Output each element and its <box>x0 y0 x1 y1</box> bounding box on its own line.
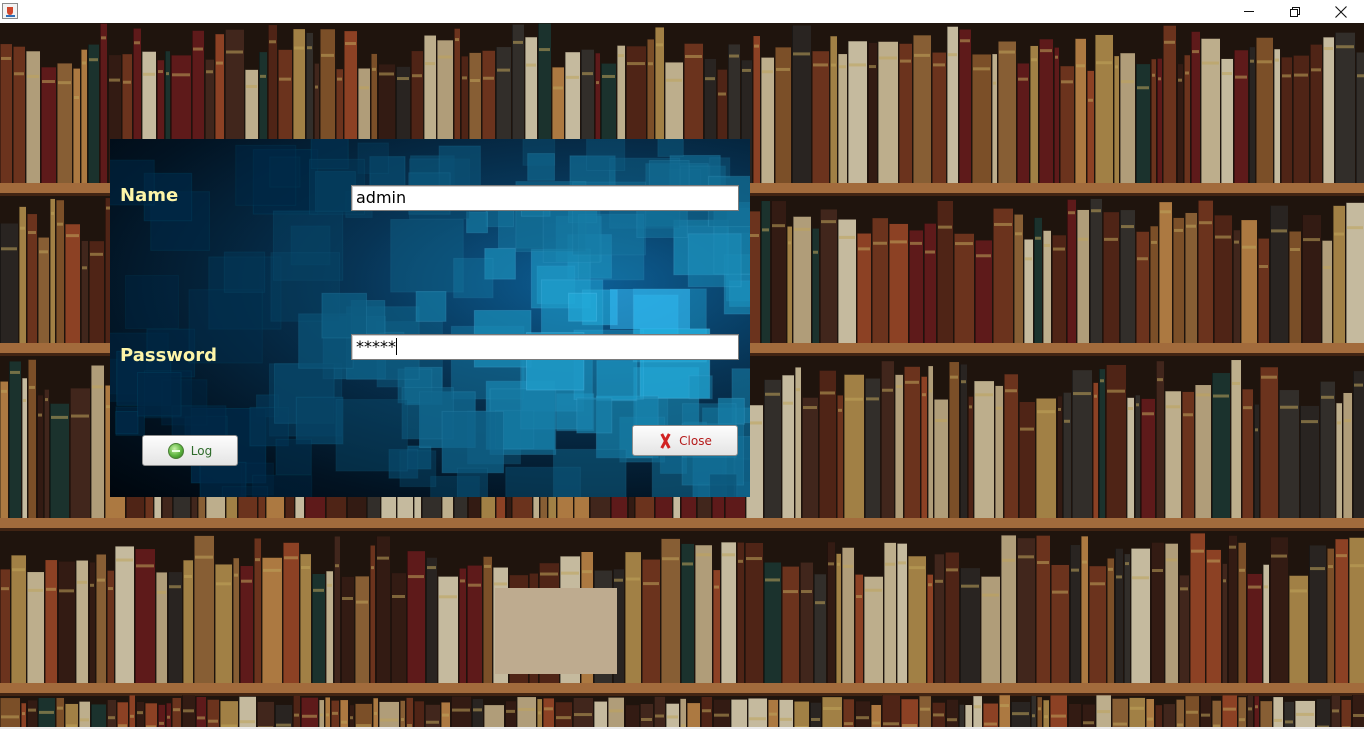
login-panel: Name admin Password ***** Log Close <box>110 139 750 497</box>
window-titlebar <box>0 0 1364 23</box>
close-button-label: Close <box>679 433 712 448</box>
restore-button[interactable] <box>1272 0 1318 23</box>
password-label: Password <box>120 345 218 366</box>
name-field-value: admin <box>356 188 407 207</box>
restore-icon <box>1290 6 1300 17</box>
minimize-button[interactable] <box>1226 0 1272 23</box>
log-button-label: Log <box>190 443 213 458</box>
log-button[interactable]: Log <box>142 435 238 466</box>
password-field-value: ***** <box>356 337 396 356</box>
close-x-icon <box>658 433 672 449</box>
name-field[interactable]: admin <box>351 185 739 211</box>
password-field[interactable]: ***** <box>351 334 739 360</box>
minimize-icon <box>1244 11 1254 12</box>
name-label: Name <box>120 185 179 206</box>
window-close-button[interactable] <box>1318 0 1364 23</box>
login-icon <box>167 442 184 459</box>
text-caret <box>396 338 397 355</box>
close-button[interactable]: Close <box>632 425 738 456</box>
java-cup-icon <box>2 3 18 19</box>
close-icon <box>1335 5 1347 18</box>
